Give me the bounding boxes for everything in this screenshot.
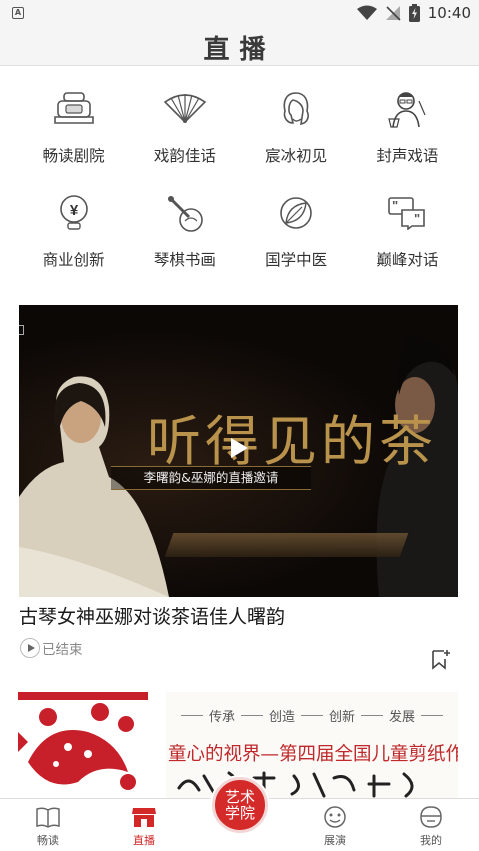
nav-live[interactable]: 直播 <box>114 805 174 848</box>
category-fengsheng[interactable]: 封声戏语 <box>352 86 463 168</box>
performance-icon <box>324 806 346 828</box>
category-tcm[interactable]: 国学中医 <box>241 190 352 272</box>
calligraphy-image <box>177 771 414 798</box>
tag: 发展 <box>389 710 416 725</box>
play-icon[interactable] <box>231 438 248 458</box>
live-status: 已结束 <box>20 638 83 658</box>
category-opera[interactable]: 戏韵佳话 <box>129 86 240 168</box>
portrait-woman-icon <box>273 86 319 132</box>
category-label: 琴棋书画 <box>153 251 216 269</box>
no-signal-icon <box>385 6 401 21</box>
category-label: 巅峰对话 <box>376 251 439 269</box>
guqin-table <box>164 533 409 557</box>
art-academy-button[interactable]: 艺术学院 <box>212 777 268 833</box>
category-label: 国学中医 <box>265 251 328 269</box>
instruments-icon <box>162 190 208 236</box>
nav-label: 直播 <box>133 834 155 847</box>
svg-text:": " <box>414 211 420 226</box>
tag: 创新 <box>329 710 356 725</box>
wifi-icon <box>356 5 377 20</box>
svg-text:": " <box>392 198 398 213</box>
video-caption[interactable]: 古琴女神巫娜对谈茶语佳人曙韵 <box>19 602 285 629</box>
fan-icon <box>162 86 208 132</box>
video-thumbnail[interactable]: 听得见的茶 李曙韵&巫娜的直播邀请 <box>19 305 458 597</box>
tag: 创造 <box>268 710 295 725</box>
category-label: 戏韵佳话 <box>153 147 216 165</box>
video-overlay-subtitle: 李曙韵&巫娜的直播邀请 <box>111 466 311 490</box>
category-label: 宸冰初见 <box>265 147 328 165</box>
theater-icon <box>51 86 97 132</box>
app-notification-icon: A <box>12 7 24 19</box>
category-label: 封声戏语 <box>376 147 439 165</box>
category-business[interactable]: ¥ 商业创新 <box>18 190 129 272</box>
leaf-icon <box>273 190 319 236</box>
replay-icon <box>20 638 40 658</box>
header: 直播 <box>0 26 479 66</box>
bookmark-add-icon[interactable] <box>431 648 451 670</box>
art-academy-label: 艺术学院 <box>224 788 255 822</box>
nav-label: 我的 <box>420 834 442 847</box>
status-bar: A 10:40 <box>0 0 479 26</box>
category-chenbing[interactable]: 宸冰初见 <box>241 86 352 168</box>
book-icon <box>36 807 60 828</box>
page-title: 直播 <box>203 35 276 65</box>
category-dialogue[interactable]: " " 巅峰对话 <box>352 190 463 272</box>
live-shop-icon <box>132 808 156 827</box>
nav-read[interactable]: 畅读 <box>18 805 78 848</box>
portrait-man-icon <box>384 86 430 132</box>
nav-performance[interactable]: 展演 <box>305 805 365 848</box>
profile-face-icon <box>420 806 442 828</box>
nav-label: 展演 <box>324 834 346 847</box>
category-theater[interactable]: 畅读剧院 <box>18 86 129 168</box>
papercut-image <box>18 692 148 798</box>
svg-text:¥: ¥ <box>69 202 78 219</box>
category-arts[interactable]: 琴棋书画 <box>129 190 240 272</box>
live-status-text: 已结束 <box>42 642 83 658</box>
corner-mark <box>19 325 24 335</box>
battery-charging-icon <box>408 4 420 22</box>
dialogue-icon: " " <box>384 190 430 236</box>
category-label: 商业创新 <box>42 251 105 269</box>
exhibition-title: 童心的视界—第四届全国儿童剪纸作品 <box>168 744 458 765</box>
yuan-bulb-icon: ¥ <box>51 190 97 236</box>
category-grid: 畅读剧院 戏韵佳话 宸冰初见 封声戏语 ¥ 商业创新 琴棋书画 国学中医 " "… <box>18 86 463 272</box>
category-label: 畅读剧院 <box>42 147 105 165</box>
clock: 10:40 <box>427 4 471 22</box>
exhibition-tags: 传承 创造 创新 发展 <box>166 706 458 725</box>
nav-profile[interactable]: 我的 <box>401 805 461 848</box>
tag: 传承 <box>208 710 235 725</box>
nav-label: 畅读 <box>37 834 59 847</box>
video-overlay-title: 听得见的茶 <box>147 410 437 473</box>
